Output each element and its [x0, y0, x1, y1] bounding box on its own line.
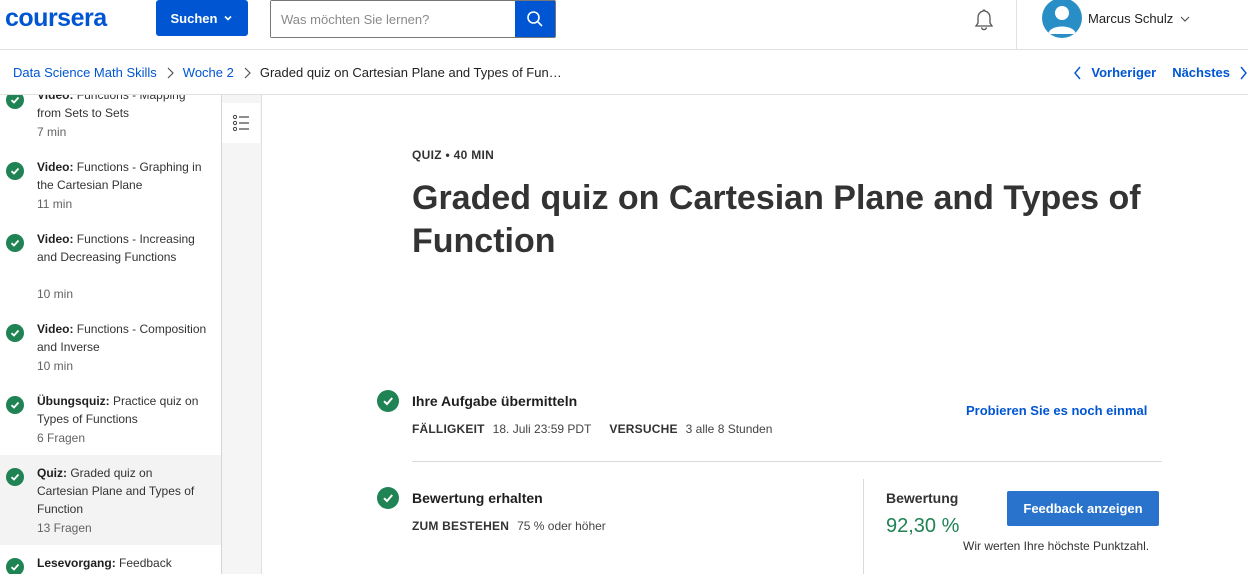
grade-label: Bewertung: [886, 490, 959, 506]
sidebar-item-meta: 7 min: [37, 125, 67, 139]
search-icon: [527, 11, 543, 27]
section-divider: [412, 461, 1162, 462]
completed-check-icon: [377, 487, 399, 509]
previous-label: Vorheriger: [1091, 65, 1157, 80]
attempts-label: VERSUCHE: [609, 422, 678, 436]
sidebar-toolbar: [222, 95, 262, 574]
coursera-logo[interactable]: coursera: [5, 4, 107, 33]
breadcrumb: Data Science Math Skills Woche 2 Graded …: [13, 65, 562, 80]
sidebar-item-title: Quiz: Graded quiz on Cartesian Plane and…: [37, 466, 195, 516]
sidebar-item-meta: 11 min: [37, 197, 73, 211]
completed-check-icon: [6, 95, 24, 109]
chevron-left-icon: [1074, 66, 1081, 79]
search-box: [270, 0, 556, 38]
breadcrumb-bar: Data Science Math Skills Woche 2 Graded …: [0, 50, 1248, 95]
top-header: coursera Suchen Marcus Schulz: [0, 0, 1248, 50]
view-feedback-button[interactable]: Feedback anzeigen: [1007, 491, 1159, 526]
prev-next-nav: Vorheriger Nächstes: [1073, 65, 1248, 80]
toggle-outline-button[interactable]: [222, 103, 260, 143]
course-sidebar: Video: Functions - Mapping from Sets to …: [0, 95, 222, 574]
sidebar-item-video-increasing[interactable]: Video: Functions - Increasing and Decrea…: [0, 221, 221, 311]
submit-section-title: Ihre Aufgabe übermitteln: [412, 393, 578, 409]
header-divider: [1016, 0, 1017, 50]
previous-button[interactable]: Vorheriger: [1073, 65, 1156, 80]
page-title: Graded quiz on Cartesian Plane and Types…: [412, 179, 1141, 260]
sidebar-item-video-composition[interactable]: Video: Functions - Composition and Inver…: [0, 311, 221, 383]
chevron-down-icon: [224, 15, 233, 21]
completed-check-icon: [6, 396, 24, 414]
attempts-value: 3 alle 8 Stunden: [685, 422, 773, 436]
breadcrumb-current: Graded quiz on Cartesian Plane and Types…: [259, 65, 562, 80]
search-menu-label: Suchen: [170, 10, 218, 26]
sidebar-item-practice-quiz[interactable]: Übungsquiz: Practice quiz on Types of Fu…: [0, 383, 221, 455]
chevron-down-icon: [1180, 16, 1190, 22]
search-submit-button[interactable]: [515, 1, 555, 37]
sidebar-item-graded-quiz[interactable]: Quiz: Graded quiz on Cartesian Plane and…: [0, 455, 221, 545]
avatar[interactable]: [1042, 0, 1082, 38]
sidebar-item-title: Video: Functions - Composition and Inver…: [37, 322, 207, 354]
sidebar-item-video-mapping[interactable]: Video: Functions - Mapping from Sets to …: [0, 95, 221, 149]
grade-value: 92,30 %: [886, 515, 960, 537]
breadcrumb-course-link[interactable]: Data Science Math Skills: [13, 65, 157, 80]
sidebar-item-title: Video: Functions - Mapping from Sets to …: [37, 95, 186, 120]
user-menu[interactable]: Marcus Schulz: [1088, 11, 1191, 26]
pass-value: 75 % oder höher: [517, 519, 606, 533]
user-icon: [1048, 6, 1076, 34]
sidebar-item-title: Übungsquiz: Practice quiz on Types of Fu…: [37, 394, 199, 426]
sidebar-item-title: Video: Functions - Increasing and Decrea…: [37, 232, 195, 264]
retry-button[interactable]: Probieren Sie es noch einmal: [966, 403, 1147, 418]
sidebar-item-title: Video: Functions - Graphing in the Carte…: [37, 160, 202, 192]
sidebar-item-feedback-reading[interactable]: Lesevorgang: Feedback: [0, 545, 221, 574]
notifications-bell-icon[interactable]: [972, 8, 996, 32]
sidebar-item-meta: 10 min: [37, 359, 74, 373]
item-kicker: QUIZ • 40 MIN: [412, 148, 495, 162]
sidebar-item-meta: 10 min: [37, 287, 74, 301]
sidebar-item-meta: 6 Fragen: [37, 431, 86, 445]
breadcrumb-week-link[interactable]: Woche 2: [183, 65, 234, 80]
grade-note: Wir werten Ihre höchste Punktzahl.: [963, 539, 1150, 553]
completed-check-icon: [377, 390, 399, 412]
completed-check-icon: [6, 162, 24, 180]
completed-check-icon: [6, 558, 24, 574]
completed-check-icon: [6, 468, 24, 486]
grade-divider: [863, 479, 864, 574]
sidebar-item-meta: 13 Fragen: [37, 521, 92, 535]
pass-meta: ZUM BESTEHEN 75 % oder höher: [412, 519, 606, 533]
completed-check-icon: [6, 324, 24, 342]
user-name: Marcus Schulz: [1088, 11, 1174, 26]
due-label: FÄLLIGKEIT: [412, 422, 485, 436]
sidebar-item-title: Lesevorgang: Feedback: [37, 556, 172, 570]
pass-label: ZUM BESTEHEN: [412, 519, 510, 533]
search-menu-button[interactable]: Suchen: [156, 0, 248, 36]
due-value: 18. Juli 23:59 PDT: [492, 422, 592, 436]
search-input[interactable]: [271, 1, 515, 37]
sidebar-item-video-graphing[interactable]: Video: Functions - Graphing in the Carte…: [0, 149, 221, 221]
chevron-right-icon: [1240, 66, 1247, 79]
list-icon: [232, 114, 249, 132]
next-label: Nächstes: [1172, 65, 1230, 80]
next-button[interactable]: Nächstes: [1172, 65, 1248, 80]
chevron-right-icon: [242, 67, 252, 79]
chevron-right-icon: [165, 67, 175, 79]
grade-section-title: Bewertung erhalten: [412, 490, 543, 506]
submit-meta: FÄLLIGKEIT 18. Juli 23:59 PDT VERSUCHE 3…: [412, 422, 772, 436]
completed-check-icon: [6, 234, 24, 252]
